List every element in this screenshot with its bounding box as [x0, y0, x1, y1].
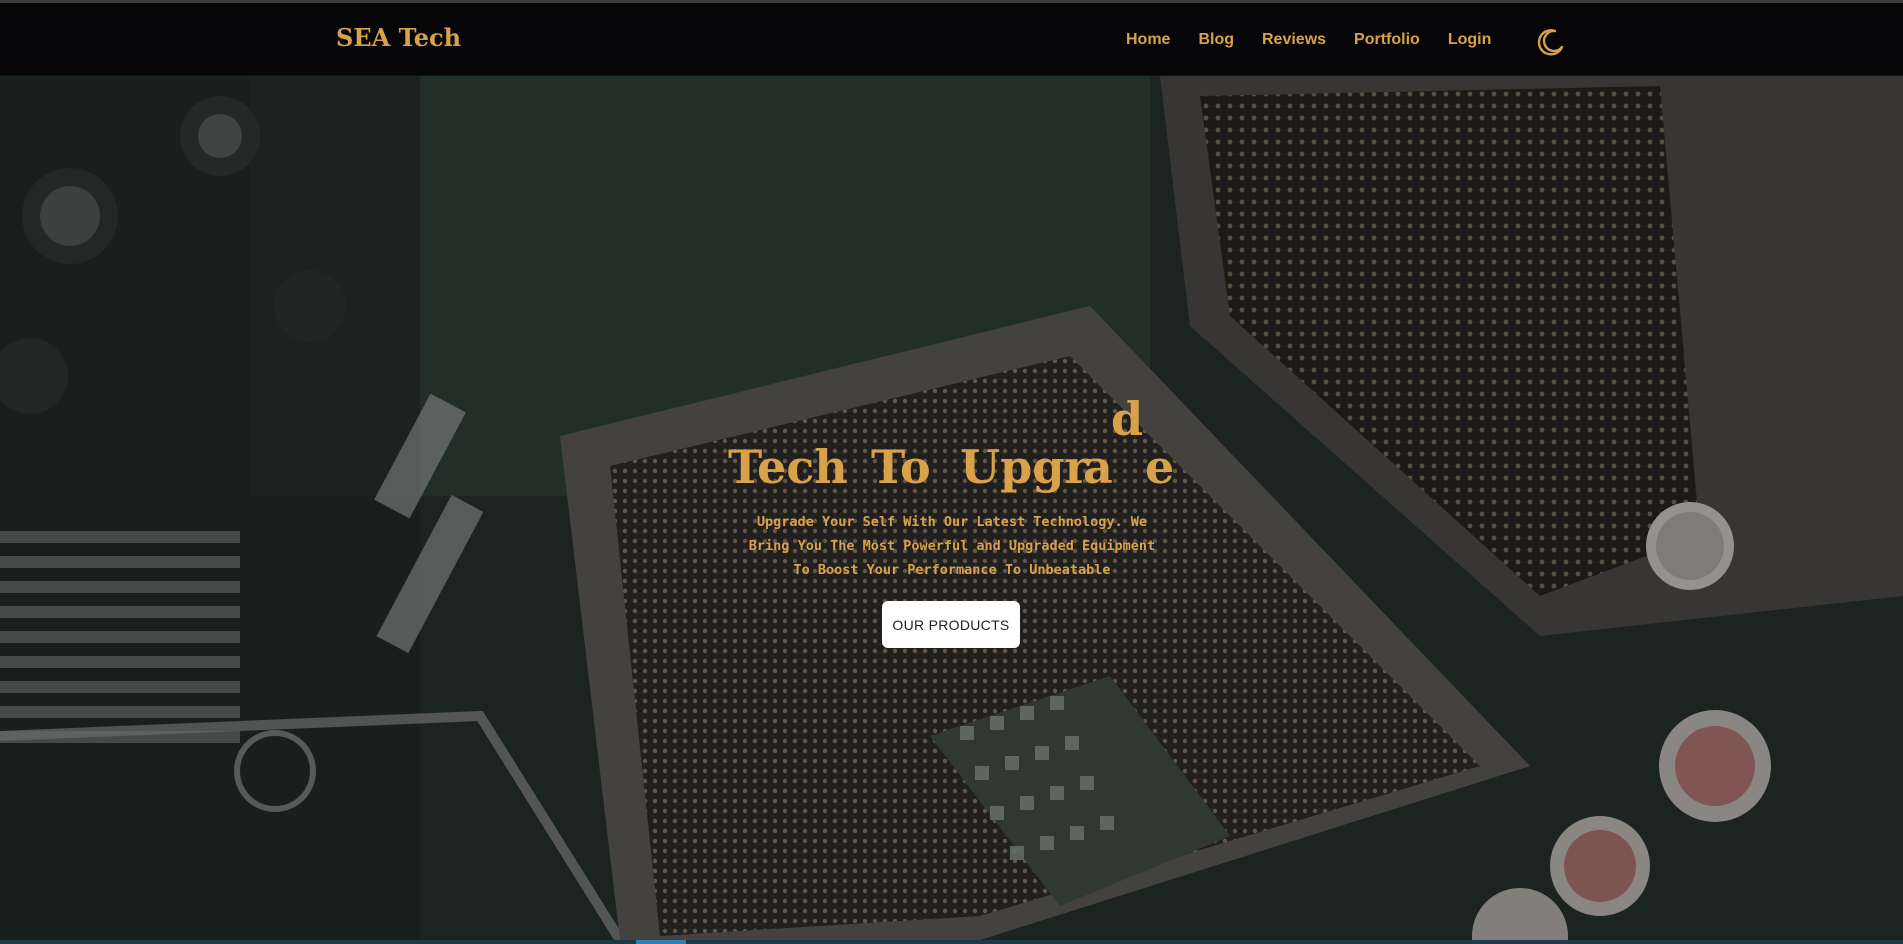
subtitle-line: To Boost Your Performance To Unbeatable	[793, 562, 1111, 578]
headline-word-to: To	[871, 440, 931, 494]
main-nav: Home Blog Reviews Portfolio Login	[1126, 31, 1519, 49]
theme-toggle-button[interactable]	[1535, 26, 1567, 58]
headline-letter-e: e	[1145, 440, 1175, 494]
nav-link-home[interactable]: Home	[1126, 31, 1170, 49]
hero-subtitle: Upgrade Your Self With Our Latest Techno…	[726, 510, 1178, 582]
subtitle-line: Bring You The Most Powerful and Upgraded…	[748, 538, 1156, 554]
nav-link-portfolio[interactable]: Portfolio	[1354, 31, 1420, 49]
nav-link-reviews[interactable]: Reviews	[1262, 31, 1326, 49]
our-products-button[interactable]: OUR PRODUCTS	[882, 601, 1020, 648]
taskbar-active-indicator	[636, 940, 686, 944]
moon-icon	[1537, 29, 1564, 56]
taskbar-strip	[0, 940, 1903, 944]
hero-headline: Tech To Upgr a d e	[728, 392, 1188, 494]
headline-letter-d: d	[1111, 392, 1144, 446]
hero-section	[0, 76, 1903, 940]
headline-word-tech: Tech	[728, 440, 848, 494]
navbar: SEA Tech Home Blog Reviews Portfolio Log…	[0, 3, 1903, 76]
headline-word-upgr: Upgr	[960, 440, 1089, 494]
headline-letter-a: a	[1083, 440, 1113, 494]
hero-overlay	[0, 76, 1903, 940]
brand-logo[interactable]: SEA Tech	[336, 23, 461, 52]
nav-link-blog[interactable]: Blog	[1198, 31, 1234, 49]
nav-link-login[interactable]: Login	[1448, 31, 1492, 49]
subtitle-line: Upgrade Your Self With Our Latest Techno…	[756, 514, 1148, 530]
